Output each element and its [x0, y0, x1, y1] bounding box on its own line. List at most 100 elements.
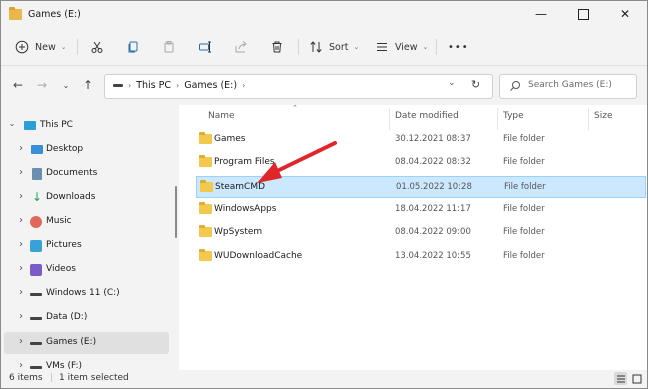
- tiles-view-button[interactable]: [630, 372, 643, 385]
- address-history-chevron-icon[interactable]: ⌄: [448, 78, 456, 88]
- chevron-right-icon[interactable]: ›: [16, 215, 26, 226]
- navigation-scrollbar[interactable]: [175, 186, 177, 238]
- new-button[interactable]: New ⌄: [15, 37, 67, 57]
- plus-circle-icon: [15, 40, 29, 54]
- close-button[interactable]: ✕: [605, 1, 645, 27]
- chevron-right-icon[interactable]: ›: [16, 191, 26, 202]
- file-row-wpsystem[interactable]: WpSystem 08.04.2022 09:00 File folder: [196, 222, 646, 244]
- column-header-size[interactable]: Size: [594, 111, 612, 121]
- sidebar-item-music[interactable]: › Music: [4, 211, 169, 233]
- rename-button[interactable]: [198, 37, 212, 57]
- chevron-right-icon[interactable]: ›: [16, 143, 26, 154]
- sidebar-item-this-pc[interactable]: ⌄ This PC: [4, 115, 169, 137]
- sidebar-item-desktop[interactable]: › Desktop: [4, 139, 169, 161]
- search-box[interactable]: [499, 74, 637, 99]
- title-bar: Games (E:) — ✕: [1, 1, 647, 29]
- minimize-button[interactable]: —: [521, 1, 561, 27]
- items-count: 6 items: [9, 373, 43, 383]
- chevron-right-icon[interactable]: ›: [16, 311, 26, 322]
- breadcrumb-games[interactable]: Games (E:): [184, 80, 237, 91]
- maximize-button[interactable]: [563, 1, 603, 27]
- copy-button[interactable]: [126, 37, 140, 57]
- sort-ascending-icon: ⌃: [292, 104, 298, 112]
- chevron-right-icon[interactable]: ›: [16, 167, 26, 178]
- column-divider[interactable]: [497, 108, 498, 130]
- details-view-button[interactable]: [614, 372, 627, 385]
- status-bar: 6 items | 1 item selected: [1, 370, 647, 388]
- file-list: Name ⌃ Date modified Type Size Games 30.…: [179, 104, 647, 370]
- paste-button[interactable]: [162, 37, 176, 57]
- column-header-type[interactable]: Type: [503, 111, 524, 121]
- sidebar-item-label: Windows 11 (C:): [46, 288, 120, 298]
- folder-icon: [9, 7, 22, 20]
- share-icon: [235, 41, 247, 53]
- paste-icon: [164, 41, 174, 53]
- drive-icon: [30, 342, 42, 345]
- folder-icon: [199, 155, 212, 167]
- file-type: File folder: [503, 157, 545, 167]
- file-date: 30.12.2021 08:37: [395, 134, 471, 144]
- column-divider[interactable]: [588, 108, 589, 130]
- refresh-icon[interactable]: ↻: [471, 78, 480, 91]
- breadcrumb-this-pc[interactable]: This PC: [136, 80, 171, 91]
- folder-icon: [199, 202, 212, 214]
- file-row-wudownloadcache[interactable]: WUDownloadCache 13.04.2022 10:55 File fo…: [196, 246, 646, 268]
- toolbar-divider: [298, 39, 299, 55]
- chevron-right-icon[interactable]: ›: [16, 336, 26, 347]
- sidebar-item-data-d[interactable]: › Data (D:): [4, 307, 169, 329]
- chevron-right-icon: ›: [242, 81, 246, 90]
- column-divider[interactable]: [389, 108, 390, 130]
- chevron-right-icon[interactable]: ›: [16, 287, 26, 298]
- file-name: Games: [214, 134, 246, 144]
- chevron-right-icon[interactable]: ›: [16, 360, 26, 370]
- folder-icon: [199, 132, 212, 144]
- column-headers: Name ⌃ Date modified Type Size: [179, 104, 647, 131]
- up-button[interactable]: ↑: [79, 76, 97, 94]
- address-bar[interactable]: › This PC › Games (E:) › ⌄ ↻: [104, 74, 493, 99]
- view-button[interactable]: View ⌄: [375, 37, 428, 57]
- sidebar-item-documents[interactable]: › Documents: [4, 163, 169, 185]
- sidebar-item-games-e[interactable]: › Games (E:): [4, 332, 169, 354]
- drive-icon: [30, 317, 42, 320]
- sidebar-item-downloads[interactable]: › ↓ Downloads: [4, 187, 169, 209]
- file-date: 08.04.2022 09:00: [395, 227, 471, 237]
- chevron-right-icon[interactable]: ›: [16, 263, 26, 274]
- sidebar-item-windows-c[interactable]: › Windows 11 (C:): [4, 283, 169, 305]
- recent-locations-button[interactable]: ⌄: [57, 76, 75, 94]
- sort-label: Sort: [329, 41, 349, 53]
- file-date: 08.04.2022 08:32: [395, 157, 471, 167]
- cut-button[interactable]: [90, 37, 104, 57]
- back-button[interactable]: ←: [9, 76, 27, 94]
- minimize-icon: —: [535, 7, 547, 21]
- chevron-down-icon: ⌄: [353, 43, 360, 51]
- folder-icon: [199, 225, 212, 237]
- chevron-down-icon: ⌄: [422, 43, 429, 51]
- arrow-left-icon: ←: [12, 78, 24, 92]
- more-options-button[interactable]: •••: [448, 37, 469, 57]
- sidebar-item-label: Documents: [46, 168, 98, 178]
- sidebar-item-label: Downloads: [46, 192, 96, 202]
- sidebar-item-label: Music: [46, 216, 72, 226]
- delete-button[interactable]: [270, 37, 284, 57]
- file-name: WindowsApps: [214, 204, 277, 214]
- column-header-name[interactable]: Name: [208, 111, 235, 121]
- pictures-icon: [30, 240, 42, 252]
- file-row-windowsapps[interactable]: WindowsApps 18.04.2022 11:17 File folder: [196, 199, 646, 221]
- sidebar-item-label: Desktop: [46, 144, 84, 154]
- share-button[interactable]: [234, 37, 248, 57]
- sidebar-item-videos[interactable]: › Videos: [4, 259, 169, 281]
- file-type: File folder: [503, 227, 545, 237]
- column-header-date[interactable]: Date modified: [395, 111, 459, 121]
- new-label: New: [35, 41, 56, 53]
- chevron-right-icon[interactable]: ›: [16, 239, 26, 250]
- chevron-down-icon[interactable]: ⌄: [7, 119, 17, 128]
- forward-button[interactable]: →: [33, 76, 51, 94]
- sidebar-item-vms-f[interactable]: › VMs (F:): [4, 356, 169, 370]
- sort-button[interactable]: Sort ⌄: [309, 37, 359, 57]
- drive-icon: [30, 293, 42, 296]
- sidebar-item-pictures[interactable]: › Pictures: [4, 235, 169, 257]
- search-input[interactable]: [528, 78, 628, 92]
- details-view-icon: [616, 375, 625, 382]
- status-divider: |: [50, 373, 54, 383]
- more-icon: •••: [448, 41, 469, 53]
